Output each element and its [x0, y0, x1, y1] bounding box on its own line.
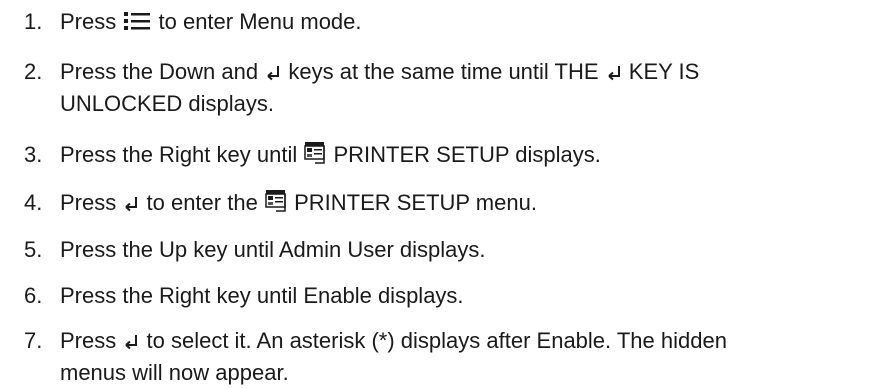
enter-key-icon: [122, 333, 140, 351]
step-text: Press the Down and keys at the same time…: [60, 59, 700, 116]
step-number: 6.: [24, 283, 43, 308]
step-text: Press to enter Menu mode.: [60, 6, 859, 41]
step-number: 3.: [24, 142, 43, 167]
step-number: 7.: [24, 328, 43, 353]
step-number: 1.: [24, 9, 43, 34]
menu-icon: [122, 9, 152, 41]
printer-setup-icon: [264, 189, 288, 222]
enter-key-icon: [605, 64, 623, 82]
instruction-list: 1. Press to enter Menu mode. 2. Press th…: [0, 0, 869, 385]
enter-key-icon: [264, 64, 282, 82]
step-number: 2.: [24, 59, 43, 84]
step-number: 4.: [24, 190, 43, 215]
step-text: Press the Right key until Enable display…: [60, 283, 464, 308]
step-text: Press to enter the PRINTER SETUP menu.: [60, 187, 859, 222]
step-number: 5.: [24, 237, 43, 262]
enter-key-icon: [122, 195, 140, 213]
step-text: Press the Right key until PRINTER SETUP …: [60, 139, 859, 174]
step-text: Press to select it. An asterisk (*) disp…: [60, 328, 727, 385]
step-text: Press the Up key until Admin User displa…: [60, 237, 486, 262]
printer-setup-icon: [303, 141, 327, 174]
